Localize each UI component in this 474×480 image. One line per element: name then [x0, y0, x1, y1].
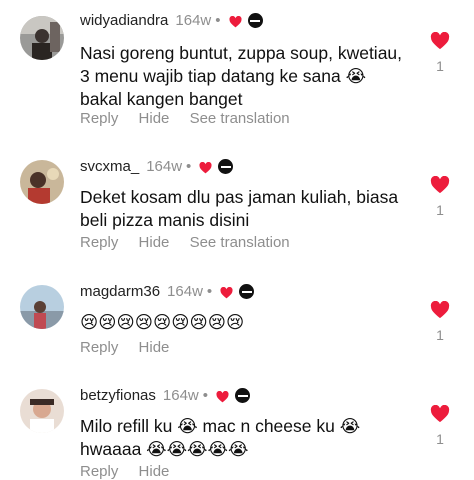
username[interactable]: svcxma_: [80, 158, 139, 175]
hide-button[interactable]: Hide: [139, 339, 170, 356]
avatar[interactable]: [20, 389, 64, 433]
creator-liked-heart-icon: [220, 286, 233, 298]
creator-avatar-badge: [235, 388, 251, 403]
comment-text: Nasi goreng buntut, zuppa soup, kwetiau,…: [80, 43, 403, 109]
reply-button[interactable]: Reply: [80, 339, 118, 356]
like-heart-icon[interactable]: [430, 175, 450, 194]
separator-dot: •: [215, 12, 221, 29]
like-heart-icon[interactable]: [430, 31, 450, 50]
timestamp: 164w: [167, 283, 203, 300]
see-translation-button[interactable]: See translation: [190, 234, 290, 251]
see-translation-button[interactable]: See translation: [190, 110, 290, 127]
creator-avatar-badge: [239, 284, 255, 299]
like-heart-icon[interactable]: [430, 300, 450, 319]
timestamp: 164w: [146, 158, 183, 175]
username[interactable]: widyadiandra: [80, 12, 168, 29]
comment-actions: Reply Hide See translation: [80, 110, 306, 127]
comment-meta: betzyfionas 164w •: [80, 387, 251, 404]
creator-liked-heart-icon: [199, 161, 212, 173]
separator-dot: •: [186, 158, 192, 175]
creator-liked-heart-icon: [216, 390, 229, 402]
username[interactable]: betzyfionas: [80, 387, 156, 404]
comment-meta: magdarm36 164w •: [80, 283, 255, 300]
timestamp: 164w: [162, 387, 199, 404]
comment-text: Milo refill ku 😭 mac n cheese ku 😭 hwaaa…: [80, 416, 361, 459]
avatar[interactable]: [20, 16, 64, 60]
like-count: 1: [436, 58, 444, 74]
creator-avatar-badge: [247, 13, 263, 28]
avatar[interactable]: [20, 285, 64, 329]
creator-liked-heart-icon: [228, 15, 242, 27]
separator-dot: •: [202, 387, 209, 404]
creator-avatar-badge: [218, 159, 234, 174]
like-heart-icon[interactable]: [430, 404, 450, 423]
comment-actions: Reply Hide: [80, 463, 185, 480]
hide-button[interactable]: Hide: [139, 463, 170, 480]
comment-actions: Reply Hide: [80, 339, 185, 356]
comment-actions: Reply Hide See translation: [80, 234, 306, 251]
like-count: 1: [436, 431, 444, 447]
hide-button[interactable]: Hide: [139, 110, 170, 127]
avatar[interactable]: [20, 160, 64, 204]
reply-button[interactable]: Reply: [80, 234, 118, 251]
comment-text: Deket kosam dlu pas jaman kuliah, biasa …: [80, 187, 399, 230]
username[interactable]: magdarm36: [80, 283, 160, 300]
comment-text: 😢😢😢😢😢😢😢😢😢: [80, 312, 245, 332]
comment-meta: svcxma_ 164w •: [80, 158, 234, 175]
timestamp: 164w: [175, 12, 212, 29]
like-count: 1: [436, 327, 444, 343]
comment-meta: widyadiandra 164w •: [80, 12, 263, 29]
reply-button[interactable]: Reply: [80, 110, 118, 127]
reply-button[interactable]: Reply: [80, 463, 118, 480]
like-count: 1: [436, 202, 444, 218]
hide-button[interactable]: Hide: [139, 234, 170, 251]
separator-dot: •: [206, 283, 213, 300]
